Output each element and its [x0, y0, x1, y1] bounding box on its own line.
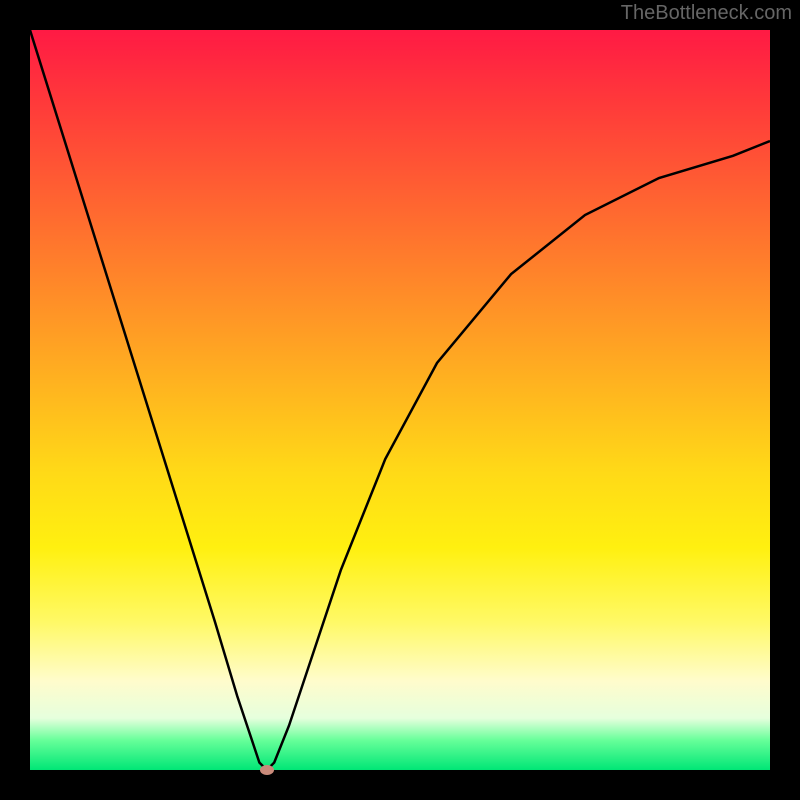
optimum-marker — [260, 765, 274, 775]
chart-plot-area — [30, 30, 770, 770]
watermark-text: TheBottleneck.com — [621, 2, 792, 25]
bottleneck-curve — [30, 30, 770, 770]
